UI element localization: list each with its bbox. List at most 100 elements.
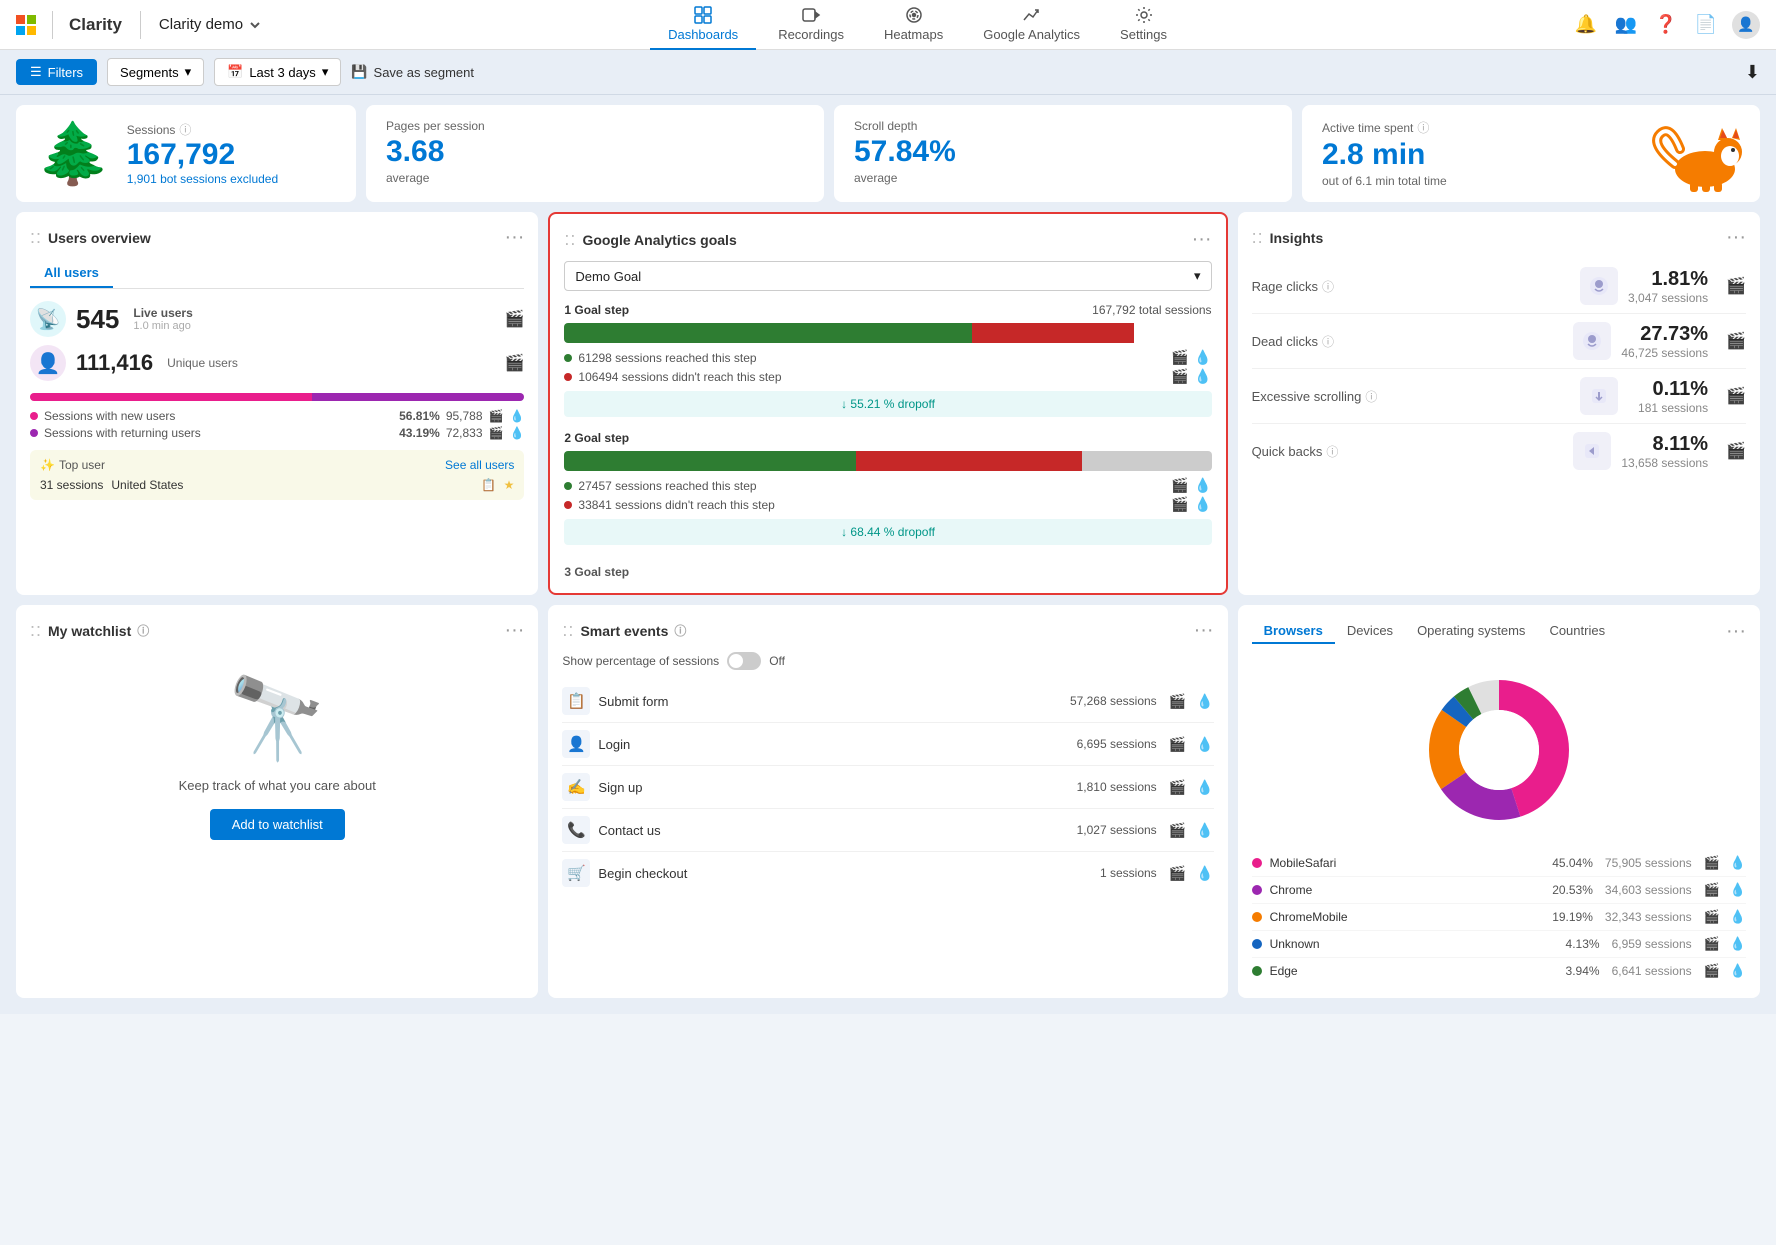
- rage-clicks-label: Rage clicks ⓘ: [1252, 278, 1334, 295]
- notifications-icon[interactable]: 🔔: [1572, 11, 1600, 39]
- ga-goal-dropdown-value: Demo Goal: [575, 269, 641, 284]
- tab-operating-systems[interactable]: Operating systems: [1405, 619, 1537, 644]
- share-icon[interactable]: 👥: [1612, 11, 1640, 39]
- smart-events-info-icon[interactable]: ⓘ: [674, 622, 686, 639]
- goal-step-3-preview: 3 Goal step: [564, 559, 1211, 579]
- smart-event-row: 🛒 Begin checkout 1 sessions 🎬 💧: [562, 852, 1213, 894]
- rage-clicks-record-icon[interactable]: 🎬: [1726, 276, 1746, 296]
- watchlist-info-icon[interactable]: ⓘ: [137, 622, 149, 639]
- smart-event-filter-icon[interactable]: 💧: [1196, 822, 1213, 839]
- quick-backs-label: Quick backs ⓘ: [1252, 443, 1339, 460]
- smart-event-filter-icon[interactable]: 💧: [1196, 865, 1213, 882]
- rage-clicks-info-icon[interactable]: ⓘ: [1322, 278, 1334, 295]
- goal-1-not-reached-actions: 🎬 💧: [1171, 368, 1211, 385]
- ga-goal-dropdown[interactable]: Demo Goal ▾: [564, 261, 1211, 291]
- browser-row: ChromeMobile 19.19% 32,343 sessions 🎬 💧: [1252, 904, 1746, 931]
- unique-record-icon[interactable]: 🎬: [505, 355, 525, 372]
- returning-users-record-icon[interactable]: 🎬: [489, 426, 504, 440]
- goal-2-nr-record-icon[interactable]: 🎬: [1171, 496, 1188, 512]
- document-icon[interactable]: 📄: [1692, 11, 1720, 39]
- browser-record-icon[interactable]: 🎬: [1704, 882, 1720, 898]
- returning-users-filter-icon[interactable]: 💧: [509, 426, 524, 440]
- live-users-row: 📡 545 Live users 1.0 min ago 🎬: [30, 301, 524, 337]
- tab-browsers[interactable]: Browsers: [1252, 619, 1335, 644]
- smart-event-filter-icon[interactable]: 💧: [1196, 693, 1213, 710]
- top-user-star-icon[interactable]: ★: [504, 478, 515, 492]
- nav-settings[interactable]: Settings: [1102, 0, 1185, 50]
- browser-filter-icon[interactable]: 💧: [1730, 855, 1746, 871]
- smart-event-record-icon[interactable]: 🎬: [1169, 693, 1186, 710]
- browser-filter-icon[interactable]: 💧: [1730, 963, 1746, 979]
- nav-recordings[interactable]: Recordings: [760, 0, 862, 50]
- goal-1-nr-filter-icon[interactable]: 💧: [1194, 368, 1211, 384]
- smart-event-row: ✍️ Sign up 1,810 sessions 🎬 💧: [562, 766, 1213, 809]
- dead-clicks-info-icon[interactable]: ⓘ: [1322, 333, 1334, 350]
- browser-record-icon[interactable]: 🎬: [1704, 855, 1720, 871]
- show-percentage-toggle[interactable]: [727, 652, 761, 670]
- excessive-scrolling-info-icon[interactable]: ⓘ: [1365, 388, 1377, 405]
- lastdays-button[interactable]: 📅 Last 3 days ▾: [214, 58, 341, 86]
- user-avatar[interactable]: 👤: [1732, 11, 1760, 39]
- help-icon[interactable]: ❓: [1652, 11, 1680, 39]
- nav-heatmaps[interactable]: Heatmaps: [866, 0, 961, 50]
- goal-step-2: 2 Goal step 27457 sessions reached this …: [564, 431, 1211, 545]
- smart-event-filter-icon[interactable]: 💧: [1196, 736, 1213, 753]
- download-icon[interactable]: ⬇: [1745, 62, 1760, 82]
- excessive-scrolling-record-icon[interactable]: 🎬: [1726, 386, 1746, 406]
- save-segment-button[interactable]: 💾 Save as segment: [351, 64, 474, 80]
- smart-events-list: 📋 Submit form 57,268 sessions 🎬 💧 👤 Logi…: [562, 680, 1213, 894]
- top-user-record-icon[interactable]: 📋: [481, 478, 496, 492]
- filterbar-right-actions: ⬇: [1745, 62, 1760, 83]
- record-icon[interactable]: 🎬: [505, 311, 525, 328]
- quick-backs-info-icon[interactable]: ⓘ: [1326, 443, 1338, 460]
- add-watchlist-button[interactable]: Add to watchlist: [210, 809, 345, 840]
- goal-1-filter-icon[interactable]: 💧: [1194, 349, 1211, 365]
- browsers-menu[interactable]: ···: [1726, 620, 1746, 643]
- goal-2-record-icon[interactable]: 🎬: [1171, 477, 1188, 493]
- smart-event-record-icon[interactable]: 🎬: [1169, 779, 1186, 796]
- filters-button[interactable]: ☰ Filters: [16, 59, 97, 85]
- nav-separator-2: [140, 11, 141, 39]
- smart-event-filter-icon[interactable]: 💧: [1196, 779, 1213, 796]
- tab-devices[interactable]: Devices: [1335, 619, 1405, 644]
- smart-event-record-icon[interactable]: 🎬: [1169, 822, 1186, 839]
- browser-sessions: 6,641 sessions: [1612, 964, 1692, 978]
- goal-2-filter-icon[interactable]: 💧: [1194, 477, 1211, 493]
- browser-filter-icon[interactable]: 💧: [1730, 936, 1746, 952]
- see-all-users-link[interactable]: See all users: [445, 458, 514, 472]
- smart-event-name: Submit form: [598, 694, 1062, 709]
- segments-button[interactable]: Segments ▾: [107, 58, 204, 86]
- watchlist-menu[interactable]: ···: [504, 619, 524, 642]
- tab-countries[interactable]: Countries: [1537, 619, 1617, 644]
- goal-1-record-icon[interactable]: 🎬: [1171, 349, 1188, 365]
- browser-record-icon[interactable]: 🎬: [1704, 909, 1720, 925]
- goal-1-nr-record-icon[interactable]: 🎬: [1171, 368, 1188, 384]
- browser-filter-icon[interactable]: 💧: [1730, 882, 1746, 898]
- nav-dashboards[interactable]: Dashboards: [650, 0, 756, 50]
- insights-menu[interactable]: ···: [1726, 226, 1746, 249]
- browser-pct: 20.53%: [1552, 883, 1593, 897]
- smart-events-menu[interactable]: ···: [1194, 619, 1214, 642]
- goal-2-dropoff: ↓ 68.44 % dropoff: [564, 519, 1211, 545]
- users-overview-menu[interactable]: ···: [504, 226, 524, 249]
- smart-event-record-icon[interactable]: 🎬: [1169, 736, 1186, 753]
- sessions-info-icon[interactable]: ⓘ: [179, 121, 191, 138]
- quick-backs-record-icon[interactable]: 🎬: [1726, 441, 1746, 461]
- goal-1-reached-actions: 🎬 💧: [1171, 349, 1211, 366]
- tab-all-users[interactable]: All users: [30, 259, 113, 288]
- dead-clicks-stats: 27.73% 46,725 sessions: [1621, 323, 1708, 360]
- new-users-filter-icon[interactable]: 💧: [509, 409, 524, 423]
- browser-filter-icon[interactable]: 💧: [1730, 909, 1746, 925]
- new-users-record-icon[interactable]: 🎬: [489, 409, 504, 423]
- nav-google-analytics[interactable]: Google Analytics: [965, 0, 1098, 50]
- returning-users-bar: [312, 393, 525, 401]
- goal-2-nr-filter-icon[interactable]: 💧: [1194, 496, 1211, 512]
- dead-clicks-record-icon[interactable]: 🎬: [1726, 331, 1746, 351]
- ga-goals-menu[interactable]: ···: [1192, 228, 1212, 251]
- active-time-info-icon[interactable]: ⓘ: [1417, 119, 1429, 136]
- insights-drag-handle: ::: [1252, 227, 1264, 248]
- browser-record-icon[interactable]: 🎬: [1704, 963, 1720, 979]
- project-selector[interactable]: Clarity demo: [159, 16, 263, 33]
- browser-record-icon[interactable]: 🎬: [1704, 936, 1720, 952]
- smart-event-record-icon[interactable]: 🎬: [1169, 865, 1186, 882]
